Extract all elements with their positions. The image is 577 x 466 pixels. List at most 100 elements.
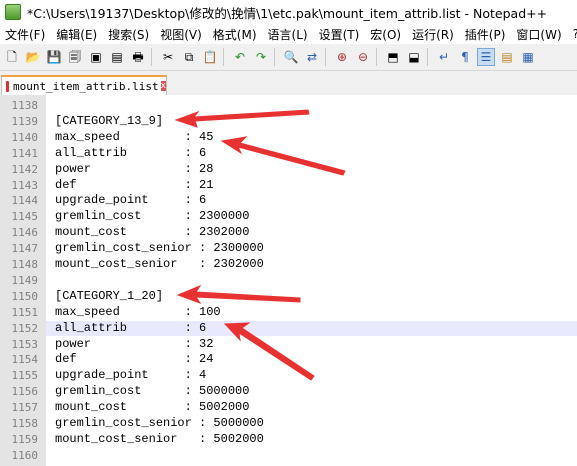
line-number: 1152 (11, 321, 39, 335)
line-text: [CATEGORY_13_9] (55, 113, 164, 128)
code-line[interactable]: 1139 [CATEGORY_13_9] (0, 114, 577, 130)
menu-item[interactable]: 语言(L) (263, 26, 314, 43)
editor-area[interactable]: 1138 1139 [CATEGORY_13_9] 1140 max_speed : 4… (0, 95, 577, 466)
line-text: gremlin_cost_senior : 2300000 (55, 241, 264, 256)
replace-icon[interactable]: ⇄ (303, 48, 321, 66)
line-text: def : 21 (55, 177, 214, 192)
code-line[interactable]: 1157 mount_cost : 5002000 (0, 400, 577, 416)
line-number: 1142 (11, 162, 39, 176)
line-number: 1141 (11, 146, 39, 160)
find-icon[interactable]: 🔍 (282, 48, 300, 66)
code-line[interactable]: 1147 gremlin_cost_senior : 2300000 (0, 241, 577, 257)
line-text: upgrade_point : 6 (55, 193, 207, 208)
line-number: 1147 (11, 242, 39, 256)
menu-item[interactable]: 插件(P) (460, 26, 512, 43)
line-number: 1149 (11, 273, 39, 287)
toolbar-separator (223, 48, 224, 66)
tab-label: mount_item_attrib.list (12, 79, 159, 93)
menu-item[interactable]: 窗口(W) (511, 26, 567, 43)
toolbar-separator (151, 48, 152, 66)
code-line[interactable]: 1141 all_attrib : 6 (0, 146, 577, 162)
code-line[interactable]: 1146 mount_cost : 2302000 (0, 225, 577, 241)
menu-item[interactable]: ? (568, 27, 577, 41)
open-file-icon[interactable]: 📂 (24, 48, 42, 66)
toolbar-separator (325, 48, 326, 66)
macro-record-icon[interactable]: ▤ (498, 48, 516, 66)
menu-bar: 文件(F) 编辑(E) 搜索(S) 视图(V) 格式(M) 语言(L) 设置(T) 宏(O) 运… (0, 24, 577, 44)
code-line[interactable]: 1138 (0, 98, 577, 114)
line-number: 1150 (11, 289, 39, 303)
code-line[interactable]: 1140 max_speed : 45 (0, 130, 577, 146)
close-icon[interactable]: ▣ (87, 48, 105, 66)
toolbar-separator (376, 48, 377, 66)
code-line[interactable]: 1143 def : 21 (0, 178, 577, 194)
line-text: all_attrib : 6 (55, 145, 207, 160)
code-line[interactable]: 1154 def : 24 (0, 352, 577, 368)
line-text: max_speed : 100 (55, 304, 221, 319)
menu-item[interactable]: 文件(F) (0, 26, 51, 43)
code-line[interactable]: 1156 gremlin_cost : 5000000 (0, 384, 577, 400)
tab-mount-item-attrib[interactable]: mount_item_attrib.list x (1, 75, 167, 95)
redo-icon[interactable]: ↷ (252, 48, 270, 66)
line-text: gremlin_cost : 5000000 (55, 384, 250, 399)
macro-stop-icon[interactable]: ▦ (519, 48, 537, 66)
line-number: 1155 (11, 369, 39, 383)
indent-guide-icon[interactable]: ☰ (477, 48, 495, 66)
menu-item[interactable]: 运行(R) (407, 26, 460, 43)
code-line[interactable]: 1151 max_speed : 100 (0, 305, 577, 321)
close-all-icon[interactable]: ▤ (108, 48, 126, 66)
zoom-in-icon[interactable]: ⊕ (333, 48, 351, 66)
code-line[interactable]: 1145 gremlin_cost : 2300000 (0, 209, 577, 225)
line-number: 1153 (11, 337, 39, 351)
line-number: 1140 (11, 130, 39, 144)
code-line[interactable]: 1160 (0, 448, 577, 464)
line-number: 1139 (11, 114, 39, 128)
menu-item[interactable]: 视图(V) (155, 26, 208, 43)
cut-icon[interactable]: ✂ (159, 48, 177, 66)
code-line[interactable]: 1158 gremlin_cost_senior : 5000000 (0, 416, 577, 432)
save-all-icon[interactable]: 🗐 (66, 48, 84, 66)
undo-icon[interactable]: ↶ (231, 48, 249, 66)
sync-h-icon[interactable]: ⬓ (405, 48, 423, 66)
line-text: max_speed : 45 (55, 129, 214, 144)
code-line[interactable]: 1152 all_attrib : 6 (12, 320, 577, 337)
line-number: 1159 (11, 432, 39, 446)
code-line[interactable]: 1149 (0, 273, 577, 289)
new-file-icon[interactable]: 🗋 (3, 48, 21, 66)
sync-v-icon[interactable]: ⬒ (384, 48, 402, 66)
line-text: [CATEGORY_1_20] (55, 288, 164, 303)
menu-item[interactable]: 格式(M) (208, 26, 263, 43)
line-number: 1144 (11, 194, 39, 208)
save-icon[interactable]: 💾 (45, 48, 63, 66)
paste-icon[interactable]: 📋 (201, 48, 219, 66)
code-line[interactable]: 1148 mount_cost_senior : 2302000 (0, 257, 577, 273)
line-number: 1151 (11, 305, 39, 319)
wrap-icon[interactable]: ↵ (435, 48, 453, 66)
menu-item[interactable]: 宏(O) (365, 26, 407, 43)
print-icon[interactable]: 🖶 (129, 48, 147, 66)
line-number: 1156 (11, 385, 39, 399)
line-text: mount_cost : 2302000 (55, 225, 250, 240)
show-all-icon[interactable]: ¶ (456, 48, 474, 66)
menu-item[interactable]: 设置(T) (314, 26, 366, 43)
window-title: *C:\Users\19137\Desktop\修改的\挽情\1\etc.pak… (27, 5, 548, 21)
line-text: upgrade_point : 4 (55, 368, 207, 383)
line-text: all_attrib : 6 (55, 320, 207, 335)
menu-item[interactable]: 搜索(S) (103, 26, 155, 43)
copy-icon[interactable]: ⧉ (180, 48, 198, 66)
code-line[interactable]: 1153 power : 32 (0, 337, 577, 353)
zoom-out-icon[interactable]: ⊖ (354, 48, 372, 66)
menu-item[interactable]: 编辑(E) (51, 26, 103, 43)
code-line[interactable]: 1159 mount_cost_senior : 5002000 (0, 432, 577, 448)
code-line[interactable]: 1150 [CATEGORY_1_20] (0, 289, 577, 305)
line-number: 1160 (11, 448, 39, 462)
line-text: mount_cost : 5002000 (55, 400, 250, 415)
line-text: mount_cost_senior : 2302000 (55, 257, 264, 271)
code-line[interactable]: 1144 upgrade_point : 6 (0, 193, 577, 209)
toolbar-separator (427, 48, 428, 66)
code-line[interactable]: 1142 power : 28 (0, 162, 577, 178)
tab-close-icon[interactable]: x (160, 81, 166, 91)
code-line[interactable]: 1155 upgrade_point : 4 (0, 368, 577, 384)
line-text: power : 28 (55, 161, 214, 176)
line-number: 1146 (11, 226, 39, 240)
